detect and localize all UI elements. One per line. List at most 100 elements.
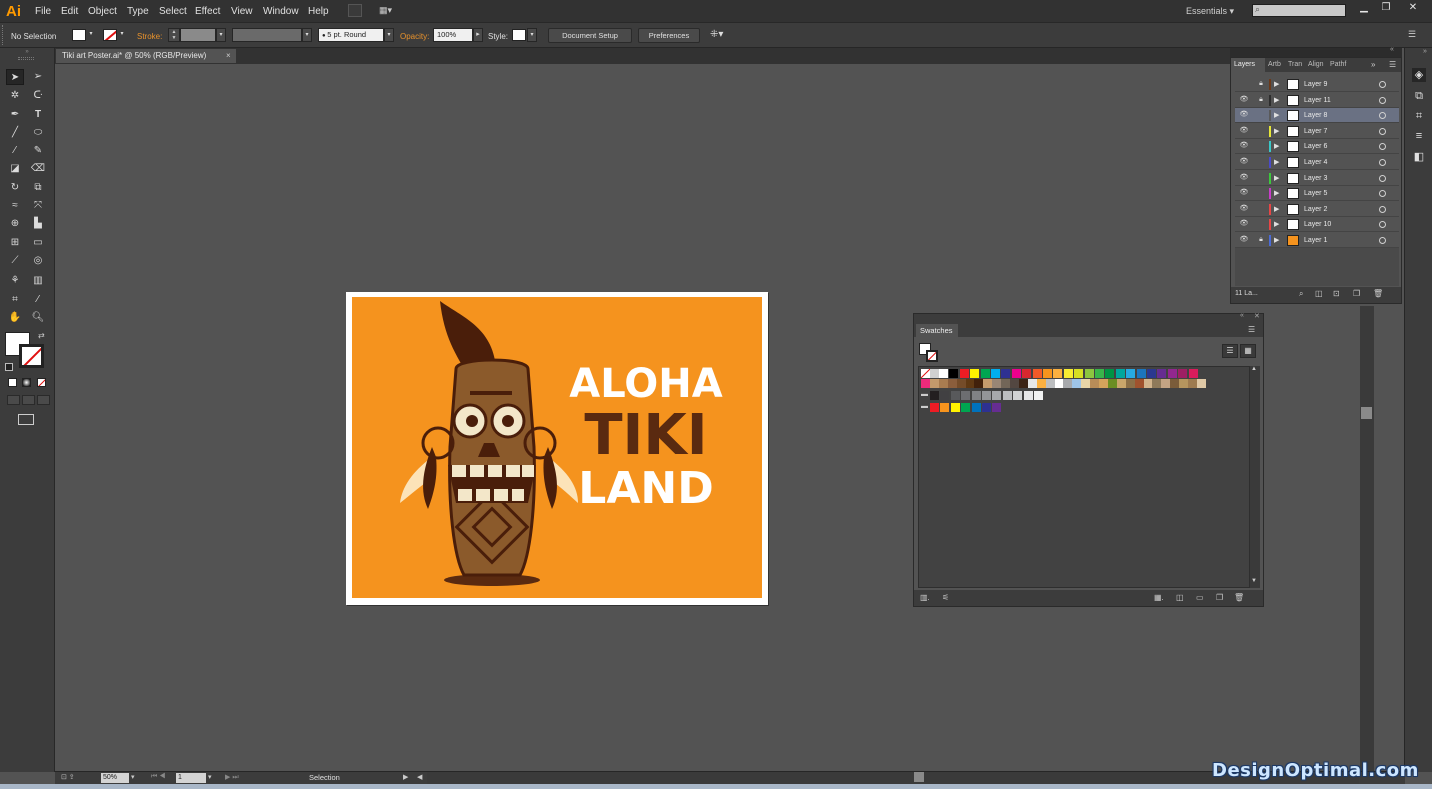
color-swatch[interactable] — [1167, 369, 1177, 378]
color-swatch[interactable] — [1170, 379, 1180, 388]
color-swatch[interactable] — [1054, 379, 1064, 388]
color-swatch[interactable] — [1081, 379, 1091, 388]
layer-row[interactable]: 👁︎ ▶ Layer 10 — [1235, 217, 1399, 233]
visibility-eye-icon[interactable]: 👁︎ — [1239, 111, 1249, 119]
tab-align[interactable]: Align — [1305, 58, 1327, 72]
poster-background[interactable]: ALOHA TIKI LAND — [352, 297, 762, 598]
swatches-close-icon[interactable]: ✕ — [1254, 312, 1260, 320]
graphic-style-swatch[interactable] — [512, 29, 526, 41]
shape-builder-tool-icon[interactable]: ⊕ — [6, 216, 24, 232]
opacity-label[interactable]: Opacity: — [400, 32, 429, 41]
gray-swatch[interactable] — [1002, 391, 1012, 400]
color-swatch[interactable] — [970, 369, 980, 378]
pen-tool-icon[interactable]: ✒ — [6, 107, 24, 123]
bridge-icon[interactable] — [348, 4, 362, 17]
stroke-weight-input[interactable] — [180, 28, 216, 42]
tab-artboards[interactable]: Artb — [1265, 58, 1285, 72]
color-swatch[interactable] — [1032, 369, 1042, 378]
list-view-icon[interactable]: ☰ — [1222, 344, 1238, 358]
bright-swatch[interactable] — [940, 403, 950, 412]
color-swatch[interactable] — [1084, 369, 1094, 378]
artboard-dropdown-icon[interactable]: ▾ — [208, 773, 212, 781]
color-swatch[interactable] — [1011, 369, 1021, 378]
swatches-stroke-box[interactable] — [926, 350, 938, 362]
color-swatch[interactable] — [938, 379, 948, 388]
target-circle-icon[interactable] — [1379, 96, 1386, 104]
swatches-scrollbar[interactable]: ▲ ▼ — [1250, 366, 1260, 588]
layer-row[interactable]: 👁︎ ▶ Layer 5 — [1235, 186, 1399, 202]
toolbox-grip[interactable] — [18, 57, 34, 60]
zoom-tool-icon[interactable]: 🔍︎ — [29, 310, 47, 326]
menu-type[interactable]: Type — [127, 6, 149, 17]
menu-object[interactable]: Object — [88, 6, 117, 17]
arrange-icon[interactable]: ⁜▾ — [710, 29, 723, 40]
lock-icon[interactable] — [1256, 204, 1266, 214]
color-swatch[interactable] — [1043, 369, 1052, 378]
bright-swatch[interactable] — [992, 403, 1002, 412]
bright-swatch[interactable] — [950, 403, 960, 412]
close-tab-icon[interactable]: × — [226, 49, 231, 63]
color-swatch[interactable] — [965, 379, 975, 388]
swatches-menu-icon[interactable]: ☰ — [1248, 325, 1255, 334]
swatch-kind-icon[interactable]: ⚟ — [942, 593, 949, 602]
color-swatch[interactable] — [1010, 379, 1019, 388]
free-transform-tool-icon[interactable]: ⤧ — [29, 198, 47, 214]
folder-icon[interactable]: ▭ — [1196, 593, 1204, 602]
visibility-eye-icon[interactable]: 👁︎ — [1239, 189, 1249, 197]
menu-view[interactable]: View — [231, 6, 253, 17]
eraser-tool-icon[interactable]: ⌫ — [29, 161, 47, 177]
selection-tool-icon[interactable]: ➤ — [6, 69, 24, 85]
expand-arrow-icon[interactable]: ▶ — [1274, 79, 1279, 90]
visibility-eye-icon[interactable]: 👁︎ — [1239, 158, 1249, 166]
layer-row[interactable]: 👁︎ ▶ Layer 7 — [1235, 124, 1399, 139]
magic-wand-tool-icon[interactable]: ✲ — [6, 88, 24, 104]
mesh-tool-icon[interactable]: ⊞ — [6, 235, 24, 251]
color-swatch[interactable] — [974, 379, 984, 388]
expand-arrow-icon[interactable]: ▶ — [1274, 219, 1279, 230]
bright-swatch[interactable] — [961, 403, 971, 412]
minimize-button[interactable]: ▁ — [1354, 2, 1374, 14]
transform-dock-icon[interactable]: ⌗ — [1412, 109, 1426, 123]
expand-arrow-icon[interactable]: ▶ — [1274, 126, 1279, 137]
scroll-up-icon[interactable]: ▲ — [1251, 366, 1257, 372]
brush-dropdown[interactable]: ▾ — [384, 28, 394, 42]
new-layer-icon[interactable]: ❐ — [1353, 289, 1360, 298]
gray-swatch[interactable] — [1013, 391, 1023, 400]
layer-name[interactable]: Layer 6 — [1304, 139, 1327, 154]
horizontal-scroll-thumb[interactable] — [914, 772, 924, 782]
menu-file[interactable]: File — [35, 6, 51, 17]
gray-swatch[interactable] — [1034, 391, 1043, 400]
layer-row[interactable]: 👁︎ ▶ Layer 3 — [1235, 171, 1399, 186]
stroke-weight-dropdown[interactable]: ▾ — [216, 28, 226, 42]
preferences-button[interactable]: Preferences — [638, 28, 700, 43]
expand-arrow-icon[interactable]: ▶ — [1274, 204, 1279, 215]
color-swatch[interactable] — [1178, 369, 1188, 378]
color-swatch[interactable] — [1090, 379, 1100, 388]
color-swatch[interactable] — [1115, 369, 1125, 378]
search-input[interactable]: ⌕ — [1252, 4, 1346, 17]
restore-button[interactable]: ❐ — [1376, 2, 1396, 14]
new-swatch-icon[interactable]: ❐ — [1216, 593, 1223, 602]
swatch-options-icon[interactable]: ▦. — [1154, 593, 1164, 602]
color-swatch[interactable] — [1022, 369, 1032, 378]
scroll-down-icon[interactable]: ▼ — [1251, 578, 1257, 584]
brush-definition[interactable]: ● 5 pt. Round — [318, 28, 384, 42]
color-swatch[interactable] — [1107, 379, 1117, 388]
color-swatch[interactable] — [1161, 379, 1171, 388]
zoom-input[interactable]: 50% — [101, 773, 129, 783]
visibility-eye-icon[interactable]: 👁︎ — [1239, 205, 1249, 213]
gray-swatch[interactable] — [940, 391, 950, 400]
layer-name[interactable]: Layer 3 — [1304, 171, 1327, 186]
thumbnail-view-icon[interactable]: ▦ — [1240, 344, 1256, 358]
color-swatch[interactable] — [939, 369, 948, 378]
layer-name[interactable]: Layer 10 — [1304, 217, 1331, 232]
artboard-number-input[interactable]: 1 — [176, 773, 206, 783]
document-setup-button[interactable]: Document Setup — [548, 28, 632, 43]
tab-swatches[interactable]: Swatches — [916, 324, 958, 337]
document-tab[interactable]: Tiki art Poster.ai* @ 50% (RGB/Preview) — [56, 49, 236, 63]
more-tabs-icon[interactable]: » — [1371, 60, 1375, 69]
target-circle-icon[interactable] — [1379, 221, 1386, 229]
color-swatch[interactable] — [991, 369, 1000, 378]
symbol-sprayer-tool-icon[interactable]: ⚘ — [6, 273, 24, 289]
expand-arrow-icon[interactable]: ▶ — [1274, 188, 1279, 199]
